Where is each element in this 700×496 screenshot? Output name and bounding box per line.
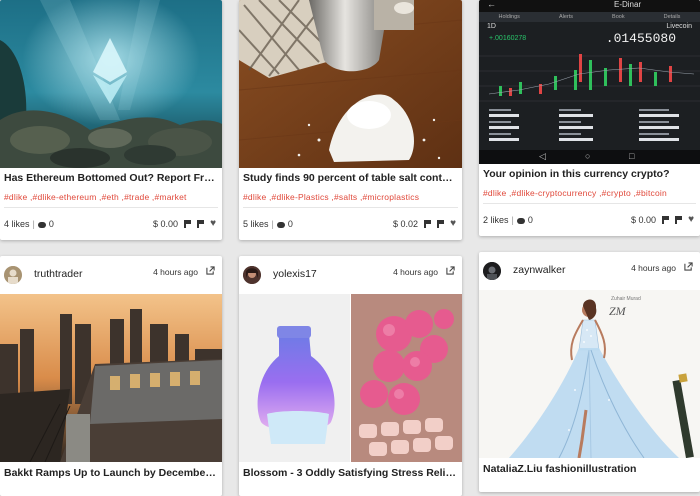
external-link-icon[interactable] (206, 266, 215, 275)
post-title[interactable]: Study finds 90 percent of table salt con… (243, 172, 458, 184)
post-thumbnail[interactable] (239, 0, 462, 168)
salt-shaker-image (239, 0, 462, 168)
comment-icon[interactable] (516, 218, 525, 224)
post-thumbnail[interactable] (0, 294, 222, 462)
app-title: E-Dinar (614, 0, 642, 9)
post-footer: 5 likes | 0 $ 0.02 ♥ (243, 218, 456, 230)
post-header: yolexis17 4 hours ago (239, 256, 462, 292)
timestamp: 4 hours ago (631, 263, 676, 273)
comments-count: 0 (287, 219, 293, 229)
post-title[interactable]: Has Ethereum Bottomed Out? Report From M… (4, 172, 218, 184)
post-card[interactable]: zaynwalker 4 hours ago Zuhair Murad ZM N… (479, 252, 700, 492)
post-card[interactable]: yolexis17 4 hours ago Blossom - 3 Oddly … (239, 256, 462, 496)
flag-icon[interactable] (184, 220, 192, 228)
tab-holdings: Holdings (498, 14, 520, 20)
flag-icon[interactable] (662, 216, 670, 224)
post-header: zaynwalker 4 hours ago (479, 252, 700, 288)
sketch-caption: Zuhair Murad (611, 296, 641, 302)
city-train-image (0, 294, 222, 462)
payout-value: $ 0.00 (631, 215, 657, 225)
avatar[interactable] (243, 266, 261, 284)
post-thumbnail[interactable] (239, 294, 462, 462)
post-title[interactable]: Your opinion in this currency crypto? (483, 168, 696, 180)
likes-count[interactable]: 5 likes (243, 219, 269, 229)
comments-count: 0 (48, 219, 54, 229)
post-footer: 4 likes | 0 $ 0.00 ♥ (4, 218, 216, 230)
payout-value: $ 0.00 (153, 219, 179, 229)
price-change: +.00160278 (489, 35, 527, 42)
stats-table (489, 109, 679, 141)
post-title[interactable]: NataliaZ.Liu fashionillustration (483, 463, 696, 475)
post-header: truthtrader 4 hours ago (0, 256, 222, 292)
comment-icon[interactable] (37, 222, 46, 228)
divider (483, 203, 696, 204)
comments-count: 0 (527, 215, 533, 225)
nav-back-icon: ◁ (539, 151, 546, 161)
flag-icon[interactable] (675, 216, 683, 224)
username[interactable]: zaynwalker (513, 264, 566, 276)
price-value: .01455080 (605, 31, 676, 46)
username[interactable]: yolexis17 (273, 268, 317, 280)
post-title[interactable]: Blossom - 3 Oddly Satisfying Stress Reli… (243, 467, 458, 479)
post-tags[interactable]: #dlike ,#dlike-ethereum ,#eth ,#trade ,#… (4, 192, 218, 202)
likes-count[interactable]: 2 likes (483, 215, 509, 225)
flag-icon[interactable] (197, 220, 205, 228)
likes-count[interactable]: 4 likes (4, 219, 30, 229)
divider (4, 207, 218, 208)
post-tags[interactable]: #dlike ,#dlike-cryptocurrency ,#crypto ,… (483, 188, 696, 198)
exchange-label: Livecoin (666, 23, 692, 30)
post-thumbnail[interactable]: E-Dinar ← Holdings Alerts Book Details 1… (479, 0, 700, 164)
post-card[interactable]: Study finds 90 percent of table salt con… (239, 0, 462, 240)
post-card[interactable]: Has Ethereum Bottomed Out? Report From M… (0, 0, 222, 240)
flag-icon[interactable] (437, 220, 445, 228)
nav-recent-icon: □ (629, 151, 635, 161)
tab-details: Details (663, 14, 681, 20)
post-footer: 2 likes | 0 $ 0.00 ♥ (483, 214, 694, 226)
avatar[interactable] (483, 262, 501, 280)
fashion-illustration-image (509, 299, 694, 458)
heart-icon[interactable]: ♥ (688, 215, 694, 225)
divider (243, 207, 458, 208)
post-thumbnail[interactable]: Zuhair Murad ZM (479, 290, 700, 458)
tab-book: Book (612, 14, 625, 20)
stress-reliever-collage-image (239, 294, 462, 462)
username[interactable]: truthtrader (34, 268, 82, 280)
post-title[interactable]: Bakkt Ramps Up to Launch by December, Ad… (4, 467, 218, 479)
post-card[interactable]: truthtrader 4 hours ago Bakkt Ramps Up t… (0, 256, 222, 496)
heart-icon[interactable]: ♥ (450, 219, 456, 229)
post-tags[interactable]: #dlike ,#dlike-Plastics ,#salts ,#microp… (243, 192, 458, 202)
payout-value: $ 0.02 (393, 219, 419, 229)
timestamp: 4 hours ago (393, 267, 438, 277)
avatar[interactable] (4, 266, 22, 284)
heart-icon[interactable]: ♥ (210, 219, 216, 229)
post-card[interactable]: E-Dinar ← Holdings Alerts Book Details 1… (479, 0, 700, 236)
tab-alerts: Alerts (558, 14, 574, 20)
external-link-icon[interactable] (684, 262, 693, 271)
nav-home-icon: ○ (585, 151, 591, 161)
timestamp: 4 hours ago (153, 267, 198, 277)
underwater-ethereum-image (0, 0, 222, 168)
comment-icon[interactable] (276, 222, 285, 228)
flag-icon[interactable] (424, 220, 432, 228)
external-link-icon[interactable] (446, 266, 455, 275)
sketch-monogram: ZM (609, 304, 626, 318)
candlestick-chart (479, 54, 700, 102)
timeframe-label: 1D (487, 23, 496, 30)
back-arrow-icon: ← (487, 0, 496, 9)
post-thumbnail[interactable] (0, 0, 222, 168)
